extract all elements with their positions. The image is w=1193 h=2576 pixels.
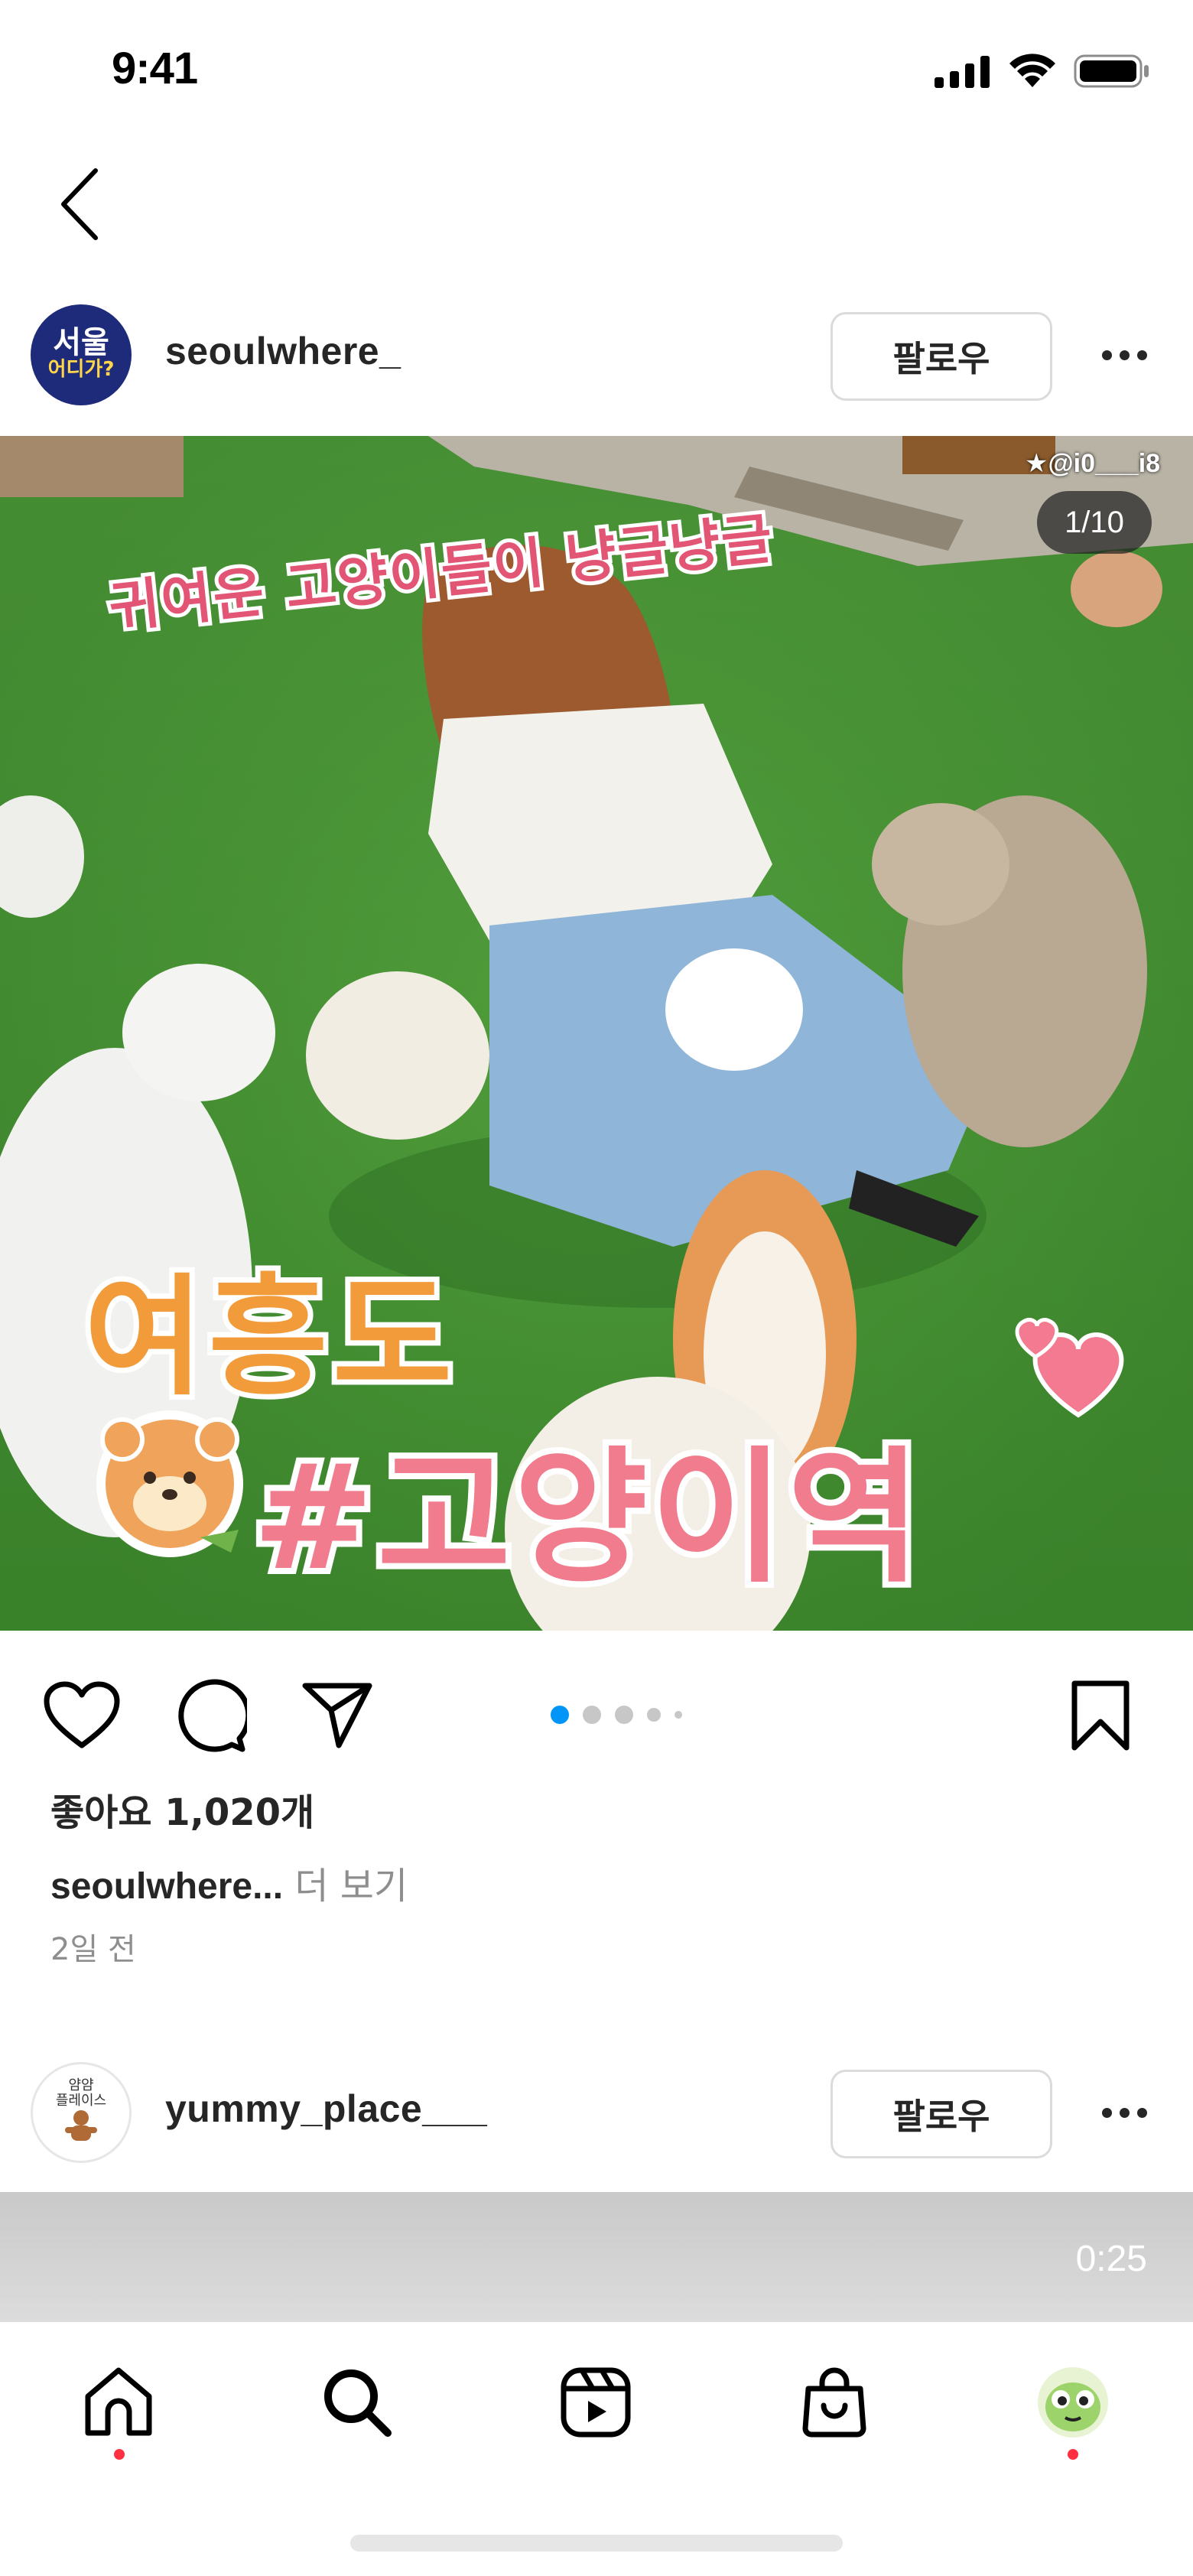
- avatar-text: 어디가?: [47, 358, 115, 382]
- comment-button[interactable]: [168, 1673, 252, 1758]
- gingerbread-icon: [65, 2109, 97, 2141]
- caption: seoulwhere... 더 보기: [50, 1856, 408, 1909]
- avatar-text: 서울: [53, 325, 109, 361]
- notification-dot: [114, 2449, 125, 2460]
- tab-shop[interactable]: [785, 2353, 884, 2452]
- hearts-sticker: [1002, 1300, 1139, 1423]
- save-button[interactable]: [1058, 1673, 1143, 1758]
- like-button[interactable]: [40, 1673, 124, 1758]
- post-header: 서울 어디가? seoulwhere_ 팔로우: [0, 289, 1193, 419]
- overlay-title-2: #고양이역: [246, 1427, 927, 1608]
- more-icon: [1101, 350, 1112, 360]
- more-icon: [1101, 2107, 1112, 2118]
- share-button[interactable]: [295, 1673, 379, 1758]
- avatar-text: 얌얌: [68, 2077, 94, 2093]
- username[interactable]: yummy_place___: [165, 2086, 487, 2131]
- profile-avatar: [1038, 2367, 1108, 2438]
- shop-icon: [802, 2367, 866, 2438]
- avatar-text: 플레이스: [55, 2092, 107, 2109]
- chevron-left-icon: [61, 168, 98, 240]
- more-options-button[interactable]: [1094, 2090, 1155, 2135]
- carousel-dot: [647, 1708, 661, 1722]
- post-timestamp: 2일 전: [50, 1932, 136, 1967]
- status-bar: 9:41: [0, 0, 1193, 138]
- more-options-button[interactable]: [1094, 332, 1155, 378]
- tab-profile[interactable]: [1023, 2353, 1123, 2452]
- video-preview[interactable]: 0:25: [0, 2192, 1193, 2322]
- username[interactable]: seoulwhere_: [165, 329, 401, 373]
- status-time: 9:41: [112, 44, 198, 93]
- heart-sticker-icon: [1015, 1318, 1124, 1418]
- caption-more-link[interactable]: 더 보기: [283, 1865, 408, 1908]
- reels-icon: [561, 2367, 631, 2438]
- image-credit: ★@i0___i8: [1025, 449, 1161, 478]
- tab-reels[interactable]: [546, 2353, 645, 2452]
- signal-icon: [935, 56, 990, 88]
- post-image[interactable]: ★@i0___i8 1/10 귀여운 고양이들이 냥글냥글 여흥도 #고양이역: [0, 436, 1193, 1631]
- battery-icon: [1074, 54, 1149, 88]
- comment-icon: [178, 1679, 247, 1752]
- tiger-sticker: [86, 1400, 254, 1560]
- follow-button[interactable]: 팔로우: [831, 312, 1052, 401]
- bottom-tab-bar: [0, 2322, 1193, 2576]
- status-icons: [935, 54, 1150, 89]
- carousel-dot: [615, 1706, 633, 1724]
- notification-dot: [1068, 2449, 1078, 2460]
- wifi-icon: [1009, 54, 1055, 87]
- post-header: 얌얌 플레이스 yummy_place___ 팔로우: [0, 2047, 1193, 2177]
- heart-icon: [44, 1681, 120, 1748]
- carousel-dot: [551, 1706, 569, 1724]
- carousel-indicator: [551, 1706, 682, 1724]
- avatar[interactable]: 얌얌 플레이스: [31, 2062, 132, 2163]
- bookmark-icon: [1071, 1680, 1130, 1751]
- tab-search[interactable]: [307, 2353, 407, 2452]
- video-duration: 0:25: [1075, 2239, 1147, 2279]
- carousel-dot: [583, 1706, 601, 1724]
- tab-home[interactable]: [69, 2353, 168, 2452]
- image-counter: 1/10: [1037, 491, 1152, 554]
- post-actions: [0, 1637, 1193, 1782]
- search-icon: [324, 2369, 392, 2437]
- back-button[interactable]: [46, 162, 115, 246]
- send-icon: [302, 1683, 372, 1748]
- follow-button[interactable]: 팔로우: [831, 2070, 1052, 2158]
- likes-count[interactable]: 좋아요 1,020개: [50, 1782, 314, 1836]
- overlay-title-1: 여흥도: [79, 1257, 457, 1419]
- carousel-dot: [675, 1711, 682, 1719]
- home-icon: [85, 2367, 152, 2436]
- avatar[interactable]: 서울 어디가?: [31, 304, 132, 405]
- caption-username[interactable]: seoulwhere...: [50, 1866, 283, 1907]
- home-indicator: [350, 2535, 843, 2552]
- tiger-icon: [96, 1410, 243, 1557]
